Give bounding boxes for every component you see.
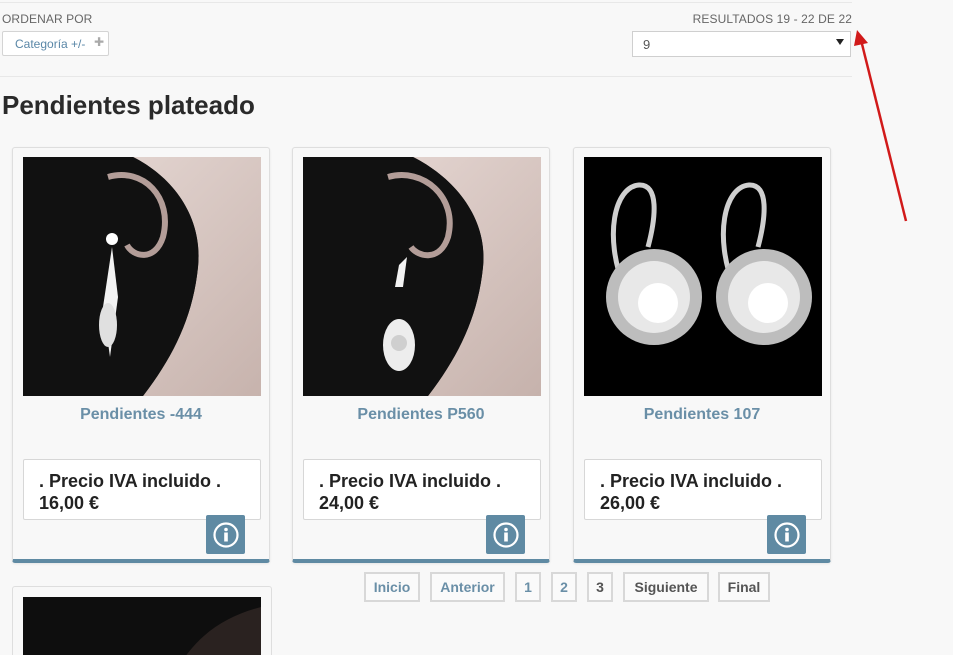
price-box: . Precio IVA incluido . 26,00 € xyxy=(584,459,822,520)
top-divider xyxy=(0,2,852,3)
pagination-previous[interactable]: Anterior xyxy=(430,572,505,602)
pagination-page-1[interactable]: 1 xyxy=(515,572,541,602)
product-image[interactable] xyxy=(23,597,261,655)
category-title: Pendientes plateado xyxy=(2,90,255,120)
product-card: Pendientes 107 . Precio IVA incluido . 2… xyxy=(573,147,831,563)
product-info-button[interactable] xyxy=(767,515,806,554)
price-box: . Precio IVA incluido . 24,00 € xyxy=(303,459,541,520)
earring-on-ear-photo xyxy=(23,157,261,396)
pagination-page-2[interactable]: 2 xyxy=(551,572,577,602)
pagination-next[interactable]: Siguiente xyxy=(623,572,709,602)
pagination-page-3-current: 3 xyxy=(587,572,613,602)
sort-button-label: Categoría +/- xyxy=(15,36,86,51)
info-icon xyxy=(492,521,519,548)
results-per-page-select[interactable]: 9 xyxy=(632,31,851,57)
price-label: . Precio IVA incluido . xyxy=(319,471,502,491)
model-hair-photo xyxy=(23,597,261,655)
earring-on-ear-photo xyxy=(303,157,541,396)
sort-label: ORDENAR POR xyxy=(2,12,93,26)
product-info-button[interactable] xyxy=(486,515,525,554)
price-label: . Precio IVA incluido . xyxy=(600,471,783,491)
sort-by-category-button[interactable]: Categoría +/- ✚ xyxy=(2,31,109,56)
price-value: 16,00 € xyxy=(39,493,100,513)
info-icon xyxy=(773,521,800,548)
price-value: 24,00 € xyxy=(319,493,380,513)
product-info-button[interactable] xyxy=(206,515,245,554)
product-card: Pendientes P560 . Precio IVA incluido . … xyxy=(292,147,550,563)
info-icon xyxy=(212,521,239,548)
price-box: . Precio IVA incluido . 16,00 € xyxy=(23,459,261,520)
plus-icon: ✚ xyxy=(93,35,104,49)
annotation-arrow-icon xyxy=(854,30,908,222)
pagination-last[interactable]: Final xyxy=(718,572,770,602)
results-per-page-value: 9 xyxy=(643,36,651,52)
product-name-link[interactable]: Pendientes 107 xyxy=(574,406,830,424)
product-listing-page: ORDENAR POR Categoría +/- ✚ RESULTADOS 1… xyxy=(0,0,953,655)
product-image[interactable] xyxy=(303,157,541,396)
product-image[interactable] xyxy=(584,157,822,396)
earrings-pair-photo xyxy=(584,157,822,396)
product-image[interactable] xyxy=(23,157,261,396)
product-name-link[interactable]: Pendientes -444 xyxy=(13,406,269,424)
pagination: Inicio Anterior 1 2 3 Siguiente Final xyxy=(0,572,953,602)
product-card: Pendientes -444 . Precio IVA incluido . … xyxy=(12,147,270,563)
price-value: 26,00 € xyxy=(600,493,661,513)
section-divider xyxy=(0,76,852,77)
product-name-link[interactable]: Pendientes P560 xyxy=(293,406,549,424)
chevron-down-icon xyxy=(836,39,844,45)
price-label: . Precio IVA incluido . xyxy=(39,471,222,491)
pagination-first[interactable]: Inicio xyxy=(364,572,420,602)
results-counter: RESULTADOS 19 - 22 DE 22 xyxy=(692,12,852,26)
